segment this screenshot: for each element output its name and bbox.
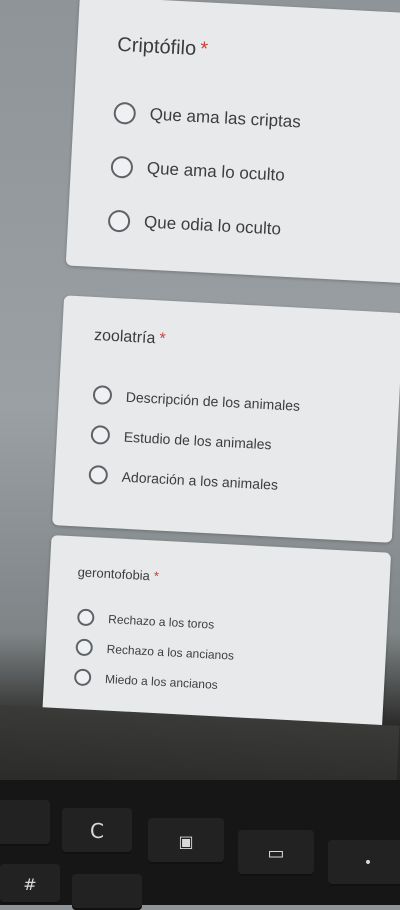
option-label: Miedo a los ancianos [104, 671, 219, 692]
radio-option[interactable]: Rechazo a los ancianos [75, 638, 234, 663]
radio-button[interactable] [90, 424, 111, 445]
radio-button[interactable] [75, 638, 94, 657]
required-asterisk: * [199, 38, 209, 61]
radio-option[interactable]: Rechazo a los toros [76, 608, 215, 632]
option-label: Que ama lo oculto [146, 158, 286, 185]
radio-button[interactable] [110, 155, 134, 179]
radio-option[interactable]: Que odia lo oculto [107, 209, 282, 241]
option-label: Que odia lo oculto [143, 212, 282, 239]
radio-button[interactable] [92, 385, 113, 405]
hash-label: # [23, 874, 37, 894]
question-card-zoolatria: zoolatría * Descripción de los animales E… [52, 295, 400, 543]
hash-key[interactable]: # [0, 864, 60, 904]
question-title: zoolatría * [93, 326, 167, 348]
option-label: Adoración a los animales [121, 468, 279, 493]
radio-option[interactable]: Adoración a los animales [88, 464, 279, 494]
radio-option[interactable]: Descripción de los animales [92, 385, 301, 415]
refresh-key[interactable]: C [62, 808, 132, 854]
overview-icon: ▭ [267, 842, 285, 864]
radio-option[interactable]: Que ama lo oculto [110, 155, 286, 187]
brightness-icon: • [363, 855, 373, 871]
question-card-gerontofobia: gerontofobia * Rechazo a los toros Rechaz… [42, 535, 392, 733]
radio-button[interactable] [113, 101, 137, 125]
option-label: Estudio de los animales [123, 428, 272, 452]
laptop-screen: Criptófilo * Que ama las criptas Que ama … [0, 0, 400, 804]
option-label: Que ama las criptas [149, 104, 302, 132]
radio-option[interactable]: Que ama las criptas [113, 101, 302, 134]
fullscreen-key[interactable]: ▣ [148, 818, 224, 864]
brightness-key[interactable]: • [328, 840, 400, 886]
option-label: Rechazo a los ancianos [106, 641, 235, 663]
fullscreen-icon: ▣ [178, 831, 194, 851]
required-asterisk: * [153, 568, 160, 584]
radio-button[interactable] [107, 209, 131, 233]
radio-button[interactable] [73, 668, 92, 687]
question-title: gerontofobia * [77, 564, 160, 584]
key[interactable] [0, 800, 50, 846]
keyboard: C ▣ ▭ • # [0, 780, 400, 910]
radio-option[interactable]: Miedo a los ancianos [73, 668, 219, 692]
overview-key[interactable]: ▭ [238, 830, 314, 876]
option-label: Rechazo a los toros [107, 611, 215, 632]
refresh-icon: C [90, 819, 104, 843]
option-label: Descripción de los animales [125, 388, 301, 414]
radio-option[interactable]: Estudio de los animales [90, 424, 272, 453]
question-card-criptofilo: Criptófilo * Que ama las criptas Que ama … [65, 0, 400, 284]
radio-button[interactable] [76, 608, 95, 627]
radio-button[interactable] [88, 464, 109, 485]
required-asterisk: * [158, 330, 167, 348]
question-title: Criptófilo * [116, 33, 209, 61]
